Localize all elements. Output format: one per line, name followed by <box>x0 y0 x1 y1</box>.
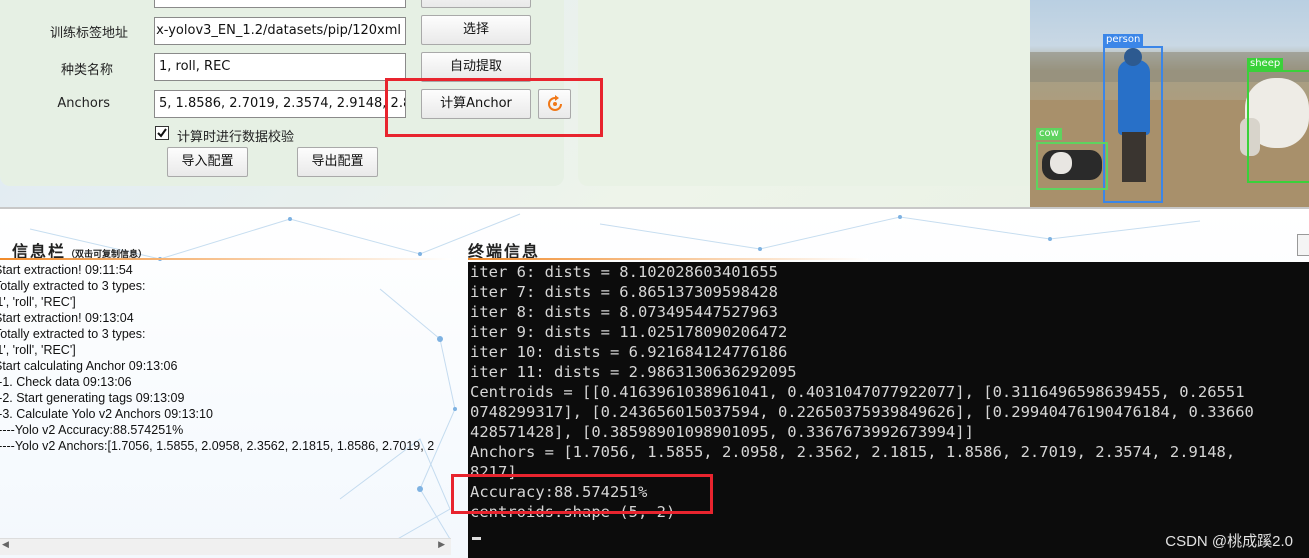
anchors-label: Anchors <box>57 96 110 111</box>
info-line: Totally extracted to 3 types: <box>0 327 146 341</box>
select-button[interactable]: 选择 <box>421 15 531 45</box>
info-line: '1', 'roll', 'REC'] <box>0 343 76 357</box>
person-bbox <box>1103 46 1163 203</box>
info-log-list[interactable]: Start extraction! 09:11:54 Totally extra… <box>0 262 451 538</box>
detection-preview-image: person sheep cow <box>1030 0 1309 208</box>
info-line: --2. Start generating tags 09:13:09 <box>0 391 185 405</box>
train-label-path-label: 训练标签地址 <box>49 26 128 41</box>
anchors-input[interactable]: 5, 1.8586, 2.7019, 2.3574, 2.9148, 2.821… <box>154 90 406 118</box>
terminal-line: 428571428], [0.38598901098901095, 0.3367… <box>470 423 974 441</box>
terminal-line: iter 8: dists = 8.073495447527963 <box>470 303 778 321</box>
info-line: '1', 'roll', 'REC'] <box>0 295 76 309</box>
prev-path-field[interactable] <box>154 0 406 8</box>
check-icon <box>157 128 167 138</box>
terminal-line: iter 11: dists = 2.9863130636292095 <box>470 363 797 381</box>
terminal-line: iter 9: dists = 11.025178090206472 <box>470 323 788 341</box>
class-names-input[interactable]: 1, roll, REC <box>154 53 406 81</box>
terminal-line: iter 6: dists = 8.102028603401655 <box>470 263 778 281</box>
highlight-box-accuracy <box>451 474 713 514</box>
info-line: Start extraction! 09:11:54 <box>0 263 133 277</box>
sheep-bbox <box>1247 70 1309 183</box>
scroll-left-arrow-icon[interactable]: ◀ <box>2 540 9 550</box>
terminal-line: Centroids = [[0.4163961038961041, 0.4031… <box>470 383 1245 401</box>
info-line: --3. Calculate Yolo v2 Anchors 09:13:10 <box>0 407 213 421</box>
info-line: -----Yolo v2 Anchors:[1.7056, 1.5855, 2.… <box>0 439 435 453</box>
sheep-tag: sheep <box>1247 58 1284 70</box>
terminal-line: iter 7: dists = 6.865137309598428 <box>470 283 778 301</box>
scroll-right-arrow-icon[interactable]: ▶ <box>438 540 445 550</box>
export-config-button[interactable]: 导出配置 <box>297 147 378 177</box>
terminal-cursor <box>472 537 481 540</box>
terminal-line: iter 10: dists = 6.921684124776186 <box>470 343 788 361</box>
train-label-path-input[interactable]: G:/Mx-yolov3_EN_1.2/datasets/pip/120xml <box>154 17 406 45</box>
terminal-title-underline <box>468 258 868 260</box>
info-horizontal-scrollbar[interactable]: ◀ ▶ <box>0 538 451 555</box>
info-line: -----Yolo v2 Accuracy:88.574251% <box>0 423 184 437</box>
info-line: Start extraction! 09:13:04 <box>0 311 134 325</box>
terminal-corner-button[interactable] <box>1297 234 1309 256</box>
validate-checkbox-label: 计算时进行数据校验 <box>177 130 295 145</box>
cow-tag: cow <box>1036 128 1062 140</box>
prev-select-button[interactable] <box>421 0 531 8</box>
cow-bbox <box>1036 142 1108 190</box>
info-title-underline <box>0 258 451 260</box>
info-line: Start calculating Anchor 09:13:06 <box>0 359 178 373</box>
highlight-box-anchor <box>385 78 603 137</box>
terminal-line: Anchors = [1.7056, 1.5855, 2.0958, 2.356… <box>470 443 1236 461</box>
terminal-line: 0748299317], [0.243656015037594, 0.22650… <box>470 403 1254 421</box>
info-line: --1. Check data 09:13:06 <box>0 375 132 389</box>
person-tag: person <box>1103 34 1144 46</box>
preview-panel <box>578 0 1098 186</box>
validate-checkbox[interactable] <box>155 126 169 140</box>
info-line: Totally extracted to 3 types: <box>0 279 146 293</box>
watermark: CSDN @桃成蹊2.0 <box>1165 533 1293 550</box>
class-names-label: 种类名称 <box>60 63 113 78</box>
import-config-button[interactable]: 导入配置 <box>167 147 248 177</box>
